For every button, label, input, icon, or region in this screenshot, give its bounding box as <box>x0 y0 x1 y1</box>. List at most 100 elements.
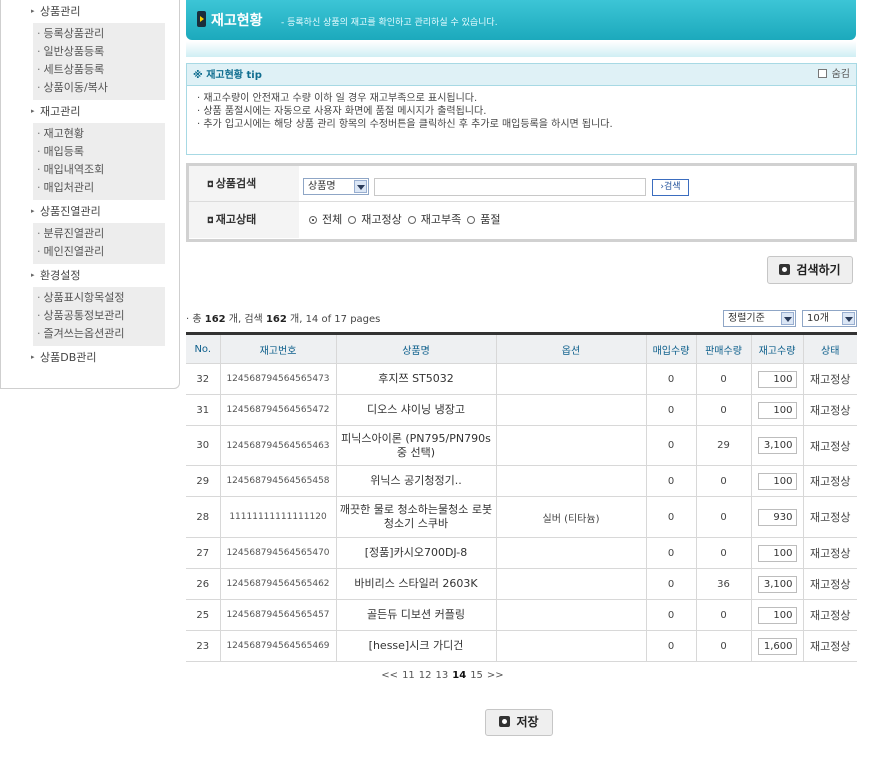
search-small-button[interactable]: ›검색 <box>652 179 689 196</box>
search-submit-button[interactable]: 검색하기 <box>767 256 853 284</box>
product-name[interactable]: [hesse]시크 가디건 <box>335 630 497 662</box>
row-number: 30 <box>186 425 221 466</box>
radio-circle-icon[interactable] <box>348 216 357 224</box>
sell-qty: 0 <box>695 537 752 569</box>
search-field-select[interactable]: 상품명 <box>303 178 369 195</box>
status-radio-2[interactable]: 재고부족 <box>407 202 461 238</box>
stock-qty-input[interactable]: 100 <box>757 401 797 419</box>
status-radio-0[interactable]: 전체 <box>309 202 342 238</box>
buy-qty: 0 <box>645 363 697 395</box>
sidebar-section-0[interactable]: ▸ 상품관리 <box>1 0 179 23</box>
stock-code: 124568794564565472 <box>219 394 337 426</box>
status-radio-label: 품절 <box>480 213 501 226</box>
product-name[interactable]: 디오스 샤이닝 냉장고 <box>335 394 497 426</box>
sidebar-item[interactable]: · 상품이동/복사 <box>33 79 165 97</box>
product-name[interactable]: 깨끗한 물로 청소하는물청소 로봇청소기 스쿠바 <box>335 496 497 538</box>
sidebar-item[interactable]: · 분류진열관리 <box>33 225 165 243</box>
product-name[interactable]: 골든듀 디보션 커플링 <box>335 599 497 631</box>
sidebar-item[interactable]: · 매입등록 <box>33 143 165 161</box>
radio-circle-icon[interactable] <box>407 216 416 224</box>
sidebar-item[interactable]: · 매입처관리 <box>33 179 165 197</box>
sidebar-item[interactable]: · 등록상품관리 <box>33 25 165 43</box>
page-link[interactable]: 13 <box>436 670 449 681</box>
stock-qty-input[interactable]: 930 <box>757 508 797 526</box>
sidebar-item-label: 상품표시항목설정 <box>43 291 125 304</box>
bullet-icon: · <box>37 145 41 158</box>
column-header: 옵션 <box>495 332 646 364</box>
bullet-icon: · <box>37 63 41 76</box>
sort-select[interactable]: 정렬기준 <box>723 310 796 327</box>
stock-code: 124568794564565470 <box>219 537 337 569</box>
bullet-icon: · <box>37 181 41 194</box>
header-underbar <box>186 41 856 57</box>
sidebar-item[interactable]: · 재고현황 <box>33 125 165 143</box>
status-text: 재고정상 <box>802 425 857 466</box>
sidebar-item[interactable]: · 즐겨쓰는옵션관리 <box>33 325 165 343</box>
sell-qty: 0 <box>695 363 752 395</box>
stock-code: 124568794564565463 <box>219 425 337 466</box>
sidebar-item[interactable]: · 매입내역조회 <box>33 161 165 179</box>
page-link[interactable]: 11 <box>402 670 415 681</box>
buy-qty: 0 <box>645 425 697 466</box>
stock-qty-input[interactable]: 100 <box>757 370 797 388</box>
option-cell <box>495 599 647 631</box>
caret-right-icon: ▸ <box>31 107 35 115</box>
sidebar-item[interactable]: · 상품공통정보관리 <box>33 307 165 325</box>
tip-header: ※ 재고현황 tip 숨김 <box>187 64 856 86</box>
sidebar-section-2[interactable]: ▸ 상품진열관리 <box>1 200 179 223</box>
stock-qty-input[interactable]: 100 <box>757 606 797 624</box>
sidebar-item-label: 매입내역조회 <box>43 163 105 176</box>
table-row: 25 124568794564565457 골든듀 디보션 커플링 0 0 100 재고정상 <box>186 599 857 631</box>
stock-qty-cell: 100 <box>750 363 804 395</box>
table-row: 23 124568794564565469 [hesse]시크 가디건 0 0 1,600… <box>186 630 857 662</box>
product-name[interactable]: 피닉스아이론 (PN795/PN790s 중 선택) <box>335 425 497 466</box>
status-radio-1[interactable]: 재고정상 <box>348 202 402 238</box>
sidebar: ▸ 상품관리 · 등록상품관리 · 일반상품등록 · 세트상품등록 · 상품이동/복사 ▸ 재고관리 ·… <box>0 0 180 389</box>
sidebar-item[interactable]: · 세트상품등록 <box>33 61 165 79</box>
sidebar-item[interactable]: · 메인진열관리 <box>33 243 165 261</box>
product-name[interactable]: 후지쯔 ST5032 <box>335 363 497 395</box>
sidebar-item[interactable]: · 일반상품등록 <box>33 43 165 61</box>
sidebar-section-3[interactable]: ▸ 환경설정 <box>1 264 179 287</box>
bullet-icon: ◘ <box>207 216 214 225</box>
product-name[interactable]: 바비리스 스타일러 2603K <box>335 568 497 600</box>
page-link[interactable]: 15 <box>470 670 483 681</box>
sidebar-item-label: 세트상품등록 <box>43 63 105 76</box>
stock-qty-input[interactable]: 3,100 <box>757 575 797 593</box>
buy-qty: 0 <box>645 496 697 538</box>
stock-qty-input[interactable]: 3,100 <box>757 437 797 454</box>
stock-qty-cell: 930 <box>750 496 804 538</box>
status-radio-3[interactable]: 품절 <box>467 202 500 238</box>
stock-qty-input[interactable]: 100 <box>757 472 797 490</box>
row-number: 28 <box>186 496 221 538</box>
tip-title: ※ 재고현황 tip <box>193 70 262 81</box>
hide-checkbox[interactable] <box>817 69 827 78</box>
per-page-select[interactable]: 10개 <box>802 310 857 327</box>
status-text: 재고정상 <box>802 537 857 569</box>
sidebar-item-label: 메인진열관리 <box>43 245 105 258</box>
sidebar-section-label: 상품진열관리 <box>40 205 101 218</box>
product-search-label: ◘ 상품검색 <box>189 166 299 201</box>
prev-pages-link[interactable]: << <box>381 670 398 681</box>
stock-status-radios: 전체 재고정상 재고부족 품절 <box>309 202 506 238</box>
product-name[interactable]: [정품]카시오700DJ-8 <box>335 537 497 569</box>
radio-circle-icon[interactable] <box>309 216 317 224</box>
stock-qty-input[interactable]: 100 <box>757 544 797 562</box>
sidebar-item[interactable]: · 상품표시항목설정 <box>33 289 165 307</box>
save-button[interactable]: 저장 <box>485 709 553 736</box>
sidebar-section-4[interactable]: ▸ 상품DB관리 <box>1 346 179 369</box>
search-keyword-input[interactable] <box>374 178 646 196</box>
page-header: 재고현황 - 등록하신 상품의 재고를 확인하고 관리하실 수 있습니다. <box>186 0 856 40</box>
sidebar-section-1[interactable]: ▸ 재고관리 <box>1 100 179 123</box>
tip-hide-toggle[interactable]: 숨김 <box>817 64 850 86</box>
sell-qty: 0 <box>695 465 752 497</box>
next-pages-link[interactable]: >> <box>487 670 504 681</box>
chevron-down-icon <box>842 312 855 325</box>
radio-circle-icon[interactable] <box>467 216 476 224</box>
page-link[interactable]: 12 <box>419 670 432 681</box>
bullet-icon: · <box>37 327 41 340</box>
product-name[interactable]: 위닉스 공기청정기.. <box>335 465 497 497</box>
stock-qty-input[interactable]: 1,600 <box>757 637 797 655</box>
option-cell: 실버 (티타늄) <box>495 496 647 538</box>
camera-icon <box>499 716 511 727</box>
